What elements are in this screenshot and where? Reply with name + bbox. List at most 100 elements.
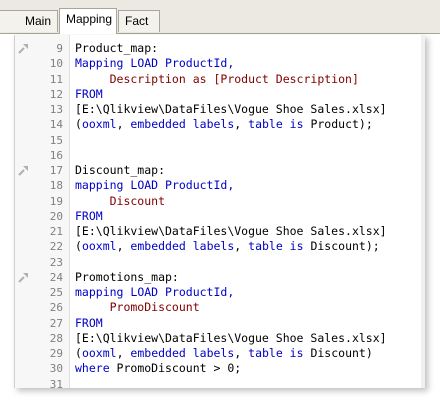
tab-strip: Main Mapping Fact: [0, 0, 440, 34]
code-line: 23: [15, 255, 425, 270]
code-token: Promotions_map:: [75, 269, 179, 284]
keyword-token: mapping: [75, 285, 131, 299]
code-token: (: [75, 346, 82, 360]
code-line: 15: [15, 133, 425, 148]
line-number: 16: [49, 148, 63, 162]
tab-mapping[interactable]: Mapping: [59, 8, 117, 34]
code-token: [E:\Qlikview\DataFiles\Vogue Shoe Sales.…: [75, 330, 387, 345]
code-token: [E:\Qlikview\DataFiles\Vogue Shoe Sales.…: [75, 102, 387, 116]
line-number: 27: [49, 316, 63, 330]
keyword-token: ooxml: [81, 239, 117, 254]
code-text: Product_map:: [75, 41, 158, 56]
vertical-scrollbar[interactable]: [421, 35, 425, 388]
code-line: 16: [15, 148, 425, 163]
code-token: ,: [234, 117, 249, 132]
code-token: Discount): [310, 346, 373, 360]
line-number: 19: [49, 194, 63, 208]
fold-marker-icon[interactable]: [18, 165, 29, 176]
code-text: FROM: [75, 316, 103, 331]
code-line: 9 Product_map:: [15, 41, 425, 56]
code-line: 25 mapping LOAD ProductId,: [15, 285, 425, 300]
code-token: Discount_map:: [75, 163, 166, 177]
field-token: Description as [Product Description]: [75, 71, 359, 86]
code-line: 13 [E:\Qlikview\DataFiles\Vogue Shoe Sale…: [15, 102, 425, 117]
keyword-token: LOAD: [130, 56, 166, 71]
code-token: ,: [234, 239, 249, 254]
tab-main[interactable]: Main: [0, 10, 58, 32]
line-number: 22: [49, 240, 63, 254]
code-line: 12 FROM: [15, 87, 425, 102]
code-line: 28 [E:\Qlikview\DataFiles\Vogue Shoe Sale…: [15, 331, 425, 346]
code-line: 29 (ooxml, embedded labels, table is Disc…: [15, 346, 425, 361]
code-text: [E:\Qlikview\DataFiles\Vogue Shoe Sales.…: [75, 331, 387, 346]
code-token: (: [75, 239, 82, 254]
line-number: 25: [49, 286, 63, 299]
line-number: 29: [49, 347, 63, 360]
line-number: 14: [49, 118, 63, 132]
script-editor-window: Main Mapping Fact 9 Product_map: 10 Mapping…: [0, 0, 440, 403]
code-line: 22 (ooxml, embedded labels, table is Disc…: [15, 239, 425, 254]
keyword-token: LOAD: [130, 285, 166, 299]
line-number: 28: [49, 331, 63, 345]
line-number: 30: [49, 362, 63, 376]
line-number: 24: [49, 270, 63, 284]
line-number: 31: [49, 377, 63, 389]
code-token: ,: [116, 117, 131, 132]
line-number: 9: [56, 42, 63, 55]
code-text: Promotions_map:: [75, 270, 179, 285]
line-number: 17: [49, 164, 63, 177]
code-text: Discount: [75, 194, 165, 209]
keyword-token: LOAD: [130, 178, 166, 193]
code-token: (: [75, 117, 82, 132]
keyword-token: table is: [248, 239, 311, 254]
line-number: 11: [49, 72, 63, 86]
code-lines: 9 Product_map: 10 Mapping LOAD ProductId, 11…: [15, 41, 425, 388]
keyword-token: embedded labels: [130, 346, 235, 360]
code-text: mapping LOAD ProductId,: [75, 178, 234, 193]
field-token: Discount: [75, 193, 166, 208]
fold-marker-icon[interactable]: [18, 272, 29, 283]
line-number: 23: [49, 255, 63, 269]
code-line: 14 (ooxml, embedded labels, table is Prod…: [15, 117, 425, 132]
code-line: 27 FROM: [15, 316, 425, 331]
line-number: 12: [49, 87, 63, 101]
code-editor[interactable]: 9 Product_map: 10 Mapping LOAD ProductId, 11…: [14, 35, 425, 388]
code-token: [E:\Qlikview\DataFiles\Vogue Shoe Sales.…: [75, 224, 387, 238]
code-text: (ooxml, embedded labels, table is Produc…: [75, 117, 373, 132]
code-line: 26 PromoDiscount: [15, 300, 425, 315]
code-text: Description as [Product Description]: [75, 72, 359, 87]
code-text: FROM: [75, 87, 103, 102]
code-line: 20 FROM: [15, 209, 425, 224]
keyword-token: FROM: [75, 86, 103, 101]
tab-fact[interactable]: Fact: [118, 10, 160, 32]
keyword-token: ooxml: [81, 117, 117, 132]
code-line: 11 Description as [Product Description]: [15, 72, 425, 87]
keyword-token: Mapping: [75, 56, 131, 71]
code-token: ,: [234, 346, 249, 360]
code-line: 19 Discount: [15, 194, 425, 209]
code-line: 24 Promotions_map:: [15, 270, 425, 285]
code-text: where PromoDiscount > 0;: [75, 361, 241, 376]
keyword-token: ProductId,: [165, 178, 235, 193]
code-text: mapping LOAD ProductId,: [75, 285, 234, 300]
keyword-token: ooxml: [81, 346, 117, 360]
keyword-token: where: [75, 361, 117, 376]
line-number: 20: [49, 209, 63, 223]
keyword-token: ProductId,: [165, 56, 235, 71]
code-line: 30 where PromoDiscount > 0;: [15, 361, 425, 376]
code-token: Discount);: [310, 239, 380, 254]
code-line: 17 Discount_map:: [15, 163, 425, 178]
keyword-token: FROM: [75, 208, 103, 223]
code-token: ,: [116, 346, 131, 360]
keyword-token: embedded labels: [130, 239, 235, 254]
fold-marker-icon[interactable]: [18, 43, 29, 54]
keyword-token: table is: [248, 117, 311, 132]
keyword-token: ProductId,: [165, 285, 235, 299]
code-token: ,: [116, 239, 131, 254]
code-text: [E:\Qlikview\DataFiles\Vogue Shoe Sales.…: [75, 102, 387, 117]
field-token: PromoDiscount: [75, 300, 200, 315]
code-token: PromoDiscount > 0;: [116, 361, 242, 376]
line-number: 13: [49, 103, 63, 116]
code-text: FROM: [75, 209, 103, 224]
code-line: 10 Mapping LOAD ProductId,: [15, 56, 425, 71]
